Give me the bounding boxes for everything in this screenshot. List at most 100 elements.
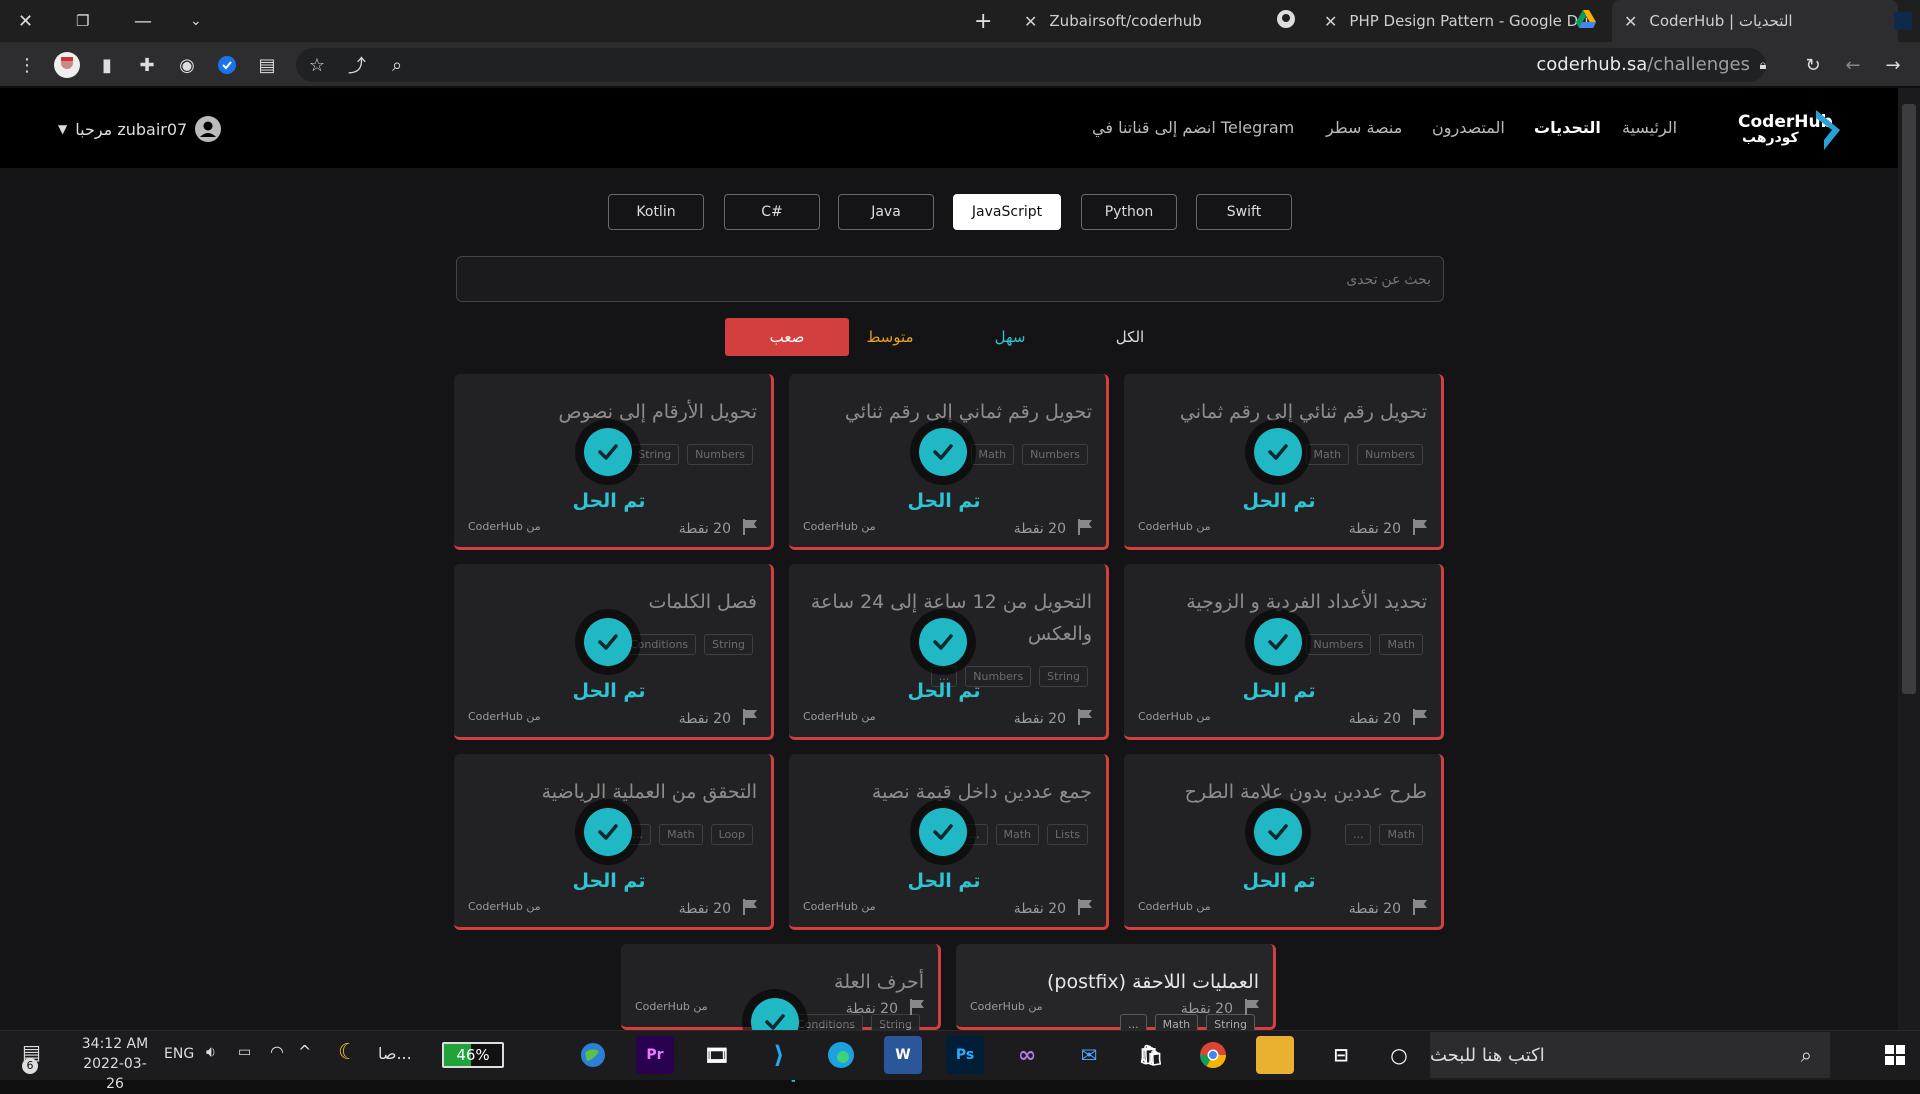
lock-icon[interactable]: 🔒︎: [1750, 52, 1776, 78]
report-flag-icon[interactable]: [1413, 709, 1427, 725]
input-language[interactable]: ENG: [164, 1046, 194, 1062]
challenge-card[interactable]: طرح عددين بدون علامة الطرح Math... تم الحل…: [1124, 754, 1444, 930]
premiere-icon[interactable]: Pr: [636, 1036, 674, 1074]
tab-search-chevron-icon[interactable]: ⌄: [190, 0, 202, 42]
task-view-icon[interactable]: ⊟: [1322, 1036, 1360, 1074]
page-icon[interactable]: ▤: [254, 52, 280, 78]
difficulty-hard[interactable]: صعب: [725, 318, 849, 356]
report-flag-icon[interactable]: [1413, 519, 1427, 535]
tab-coderhub-github[interactable]: ✕ Zubairsoft/coderhub: [1012, 0, 1302, 42]
windows-start-icon[interactable]: [1876, 1036, 1914, 1074]
wifi-icon[interactable]: ◠: [270, 1042, 284, 1061]
extensions-icon[interactable]: ✚: [134, 52, 160, 78]
tab-close-icon[interactable]: ✕: [1624, 12, 1637, 31]
challenge-card[interactable]: التحويل من 12 ساعة إلى 24 ساعة والعكس Str…: [789, 564, 1109, 740]
challenge-card[interactable]: تحويل رقم ثنائي إلى رقم ثماني Numbers Math…: [1124, 374, 1444, 550]
lang-kotlin[interactable]: Kotlin: [608, 194, 704, 230]
menu-dots-icon[interactable]: ⋮: [14, 52, 40, 78]
challenge-card[interactable]: تحويل رقم ثماني إلى رقم ثنائي Numbers Math…: [789, 374, 1109, 550]
tray-chevron-up-icon[interactable]: ^: [298, 1042, 311, 1061]
mail-icon[interactable]: ✉: [1070, 1036, 1108, 1074]
nav-leaderboard[interactable]: المتصدرون: [1432, 118, 1505, 137]
nav-satr-platform[interactable]: منصة سطر: [1326, 118, 1402, 137]
tab-php-design-pattern[interactable]: ✕ PHP Design Pattern - Google Dri: [1312, 0, 1602, 42]
report-flag-icon[interactable]: [1078, 709, 1092, 725]
lang-java[interactable]: Java: [838, 194, 934, 230]
user-menu[interactable]: ▼ مرحبا zubair07: [58, 116, 222, 142]
google-drive-icon: [1576, 10, 1596, 32]
report-flag-icon[interactable]: [1245, 999, 1259, 1015]
minimize-window-icon[interactable]: —: [134, 0, 152, 42]
restore-window-icon[interactable]: ❐: [76, 0, 89, 42]
vscode-icon[interactable]: ⟩: [760, 1036, 798, 1074]
challenge-points: 20 نقطة: [1180, 1001, 1233, 1017]
challenge-card[interactable]: تحويل الأرقام إلى نصوص Numbers String تم ال…: [454, 374, 774, 550]
coderhub-logo[interactable]: CoderHub كودرهب: [1738, 110, 1840, 150]
difficulty-easy[interactable]: سهل: [965, 318, 1055, 356]
back-arrow-icon[interactable]: ←: [1840, 52, 1866, 78]
challenge-points: 20 نقطة: [845, 1001, 898, 1017]
lang-csharp[interactable]: C#: [724, 194, 820, 230]
challenge-card[interactable]: العمليات اللاحقة (postfix) String Math... 2…: [956, 944, 1276, 1035]
report-flag-icon[interactable]: [743, 899, 757, 915]
photoshop-icon[interactable]: Ps: [946, 1036, 984, 1074]
lang-swift[interactable]: Swift: [1196, 194, 1292, 230]
scrollbar-thumb[interactable]: [1902, 104, 1916, 694]
logo-mark-icon: [1816, 110, 1840, 150]
chevron-down-icon: ▼: [58, 122, 68, 136]
chrome-icon[interactable]: [1194, 1036, 1232, 1074]
forward-arrow-icon[interactable]: →: [1880, 52, 1906, 78]
cortana-icon[interactable]: ○: [1380, 1036, 1418, 1074]
extension-circle-icon[interactable]: ◉: [174, 52, 200, 78]
difficulty-medium[interactable]: متوسط: [845, 318, 935, 356]
solved-label: تم الحل: [907, 870, 981, 892]
clock[interactable]: 34:12 AM 2022-03-26: [80, 1034, 150, 1094]
tab-close-icon[interactable]: ✕: [1024, 12, 1037, 31]
report-flag-icon[interactable]: [1078, 899, 1092, 915]
challenge-card[interactable]: تحديد الأعداد الفردية و الزوجية Math Numbe…: [1124, 564, 1444, 740]
report-flag-icon[interactable]: [1078, 519, 1092, 535]
challenge-search-input[interactable]: [456, 256, 1444, 302]
microsoft-store-icon[interactable]: 🛍︎: [1132, 1036, 1170, 1074]
close-window-icon[interactable]: ✕: [18, 0, 33, 42]
share-icon[interactable]: ⤴: [344, 52, 370, 78]
report-flag-icon[interactable]: [910, 999, 924, 1015]
earth-app-icon[interactable]: [574, 1036, 612, 1074]
zoom-icon[interactable]: ⌕: [384, 52, 410, 78]
report-flag-icon[interactable]: [743, 519, 757, 535]
bookmark-star-icon[interactable]: ☆: [304, 52, 330, 78]
challenge-source: من CoderHub: [803, 710, 876, 723]
battery-tray-icon[interactable]: ▭: [238, 1044, 251, 1060]
tab-coderhub-challenges[interactable]: ✕ CoderHub | التحديات: [1612, 0, 1912, 42]
side-panel-icon[interactable]: ▮: [94, 52, 120, 78]
report-flag-icon[interactable]: [743, 709, 757, 725]
taskbar-search[interactable]: اكتب هنا للبحث ⌕: [1430, 1032, 1830, 1078]
battery-indicator[interactable]: 46%: [442, 1042, 504, 1068]
volume-icon[interactable]: 🔉︎: [206, 1042, 216, 1062]
nav-challenges[interactable]: التحديات: [1534, 118, 1601, 137]
edge-icon[interactable]: [822, 1036, 860, 1074]
report-flag-icon[interactable]: [1413, 899, 1427, 915]
solved-check-icon: [1254, 618, 1302, 666]
challenge-card[interactable]: أحرف العلةStringConditionsتم الحل20 نقطة…: [621, 944, 941, 1082]
challenge-card[interactable]: فصل الكلمات String Conditions تم الحل 20 نقط…: [454, 564, 774, 740]
lang-javascript[interactable]: JavaScript: [953, 194, 1061, 230]
file-explorer-icon[interactable]: [1256, 1036, 1294, 1074]
challenge-points: 20 نقطة: [1013, 711, 1066, 727]
word-icon[interactable]: W: [884, 1036, 922, 1074]
nav-telegram[interactable]: انضم إلى قناتنا في Telegram: [1092, 118, 1294, 137]
reload-icon[interactable]: ↻: [1800, 52, 1826, 78]
profile-avatar[interactable]: [54, 52, 80, 78]
challenge-card[interactable]: جمع عددين داخل قيمة نصية Lists Math... تم ا…: [789, 754, 1109, 930]
tab-close-icon[interactable]: ✕: [1324, 12, 1337, 31]
difficulty-all[interactable]: الكل: [1085, 318, 1175, 356]
visual-studio-icon[interactable]: ∞: [1008, 1036, 1046, 1074]
weather-text[interactable]: صا...: [378, 1044, 412, 1063]
extension-check-icon[interactable]: [214, 52, 240, 78]
lang-python[interactable]: Python: [1081, 194, 1177, 230]
video-editor-icon[interactable]: 🎞︎: [698, 1036, 736, 1074]
challenge-card[interactable]: التحقق من العملية الرياضية Loop Math... تم …: [454, 754, 774, 930]
new-tab-button[interactable]: +: [974, 0, 992, 42]
url-text[interactable]: coderhub.sa/challenges: [1536, 54, 1750, 75]
nav-home[interactable]: الرئيسية: [1622, 118, 1677, 137]
